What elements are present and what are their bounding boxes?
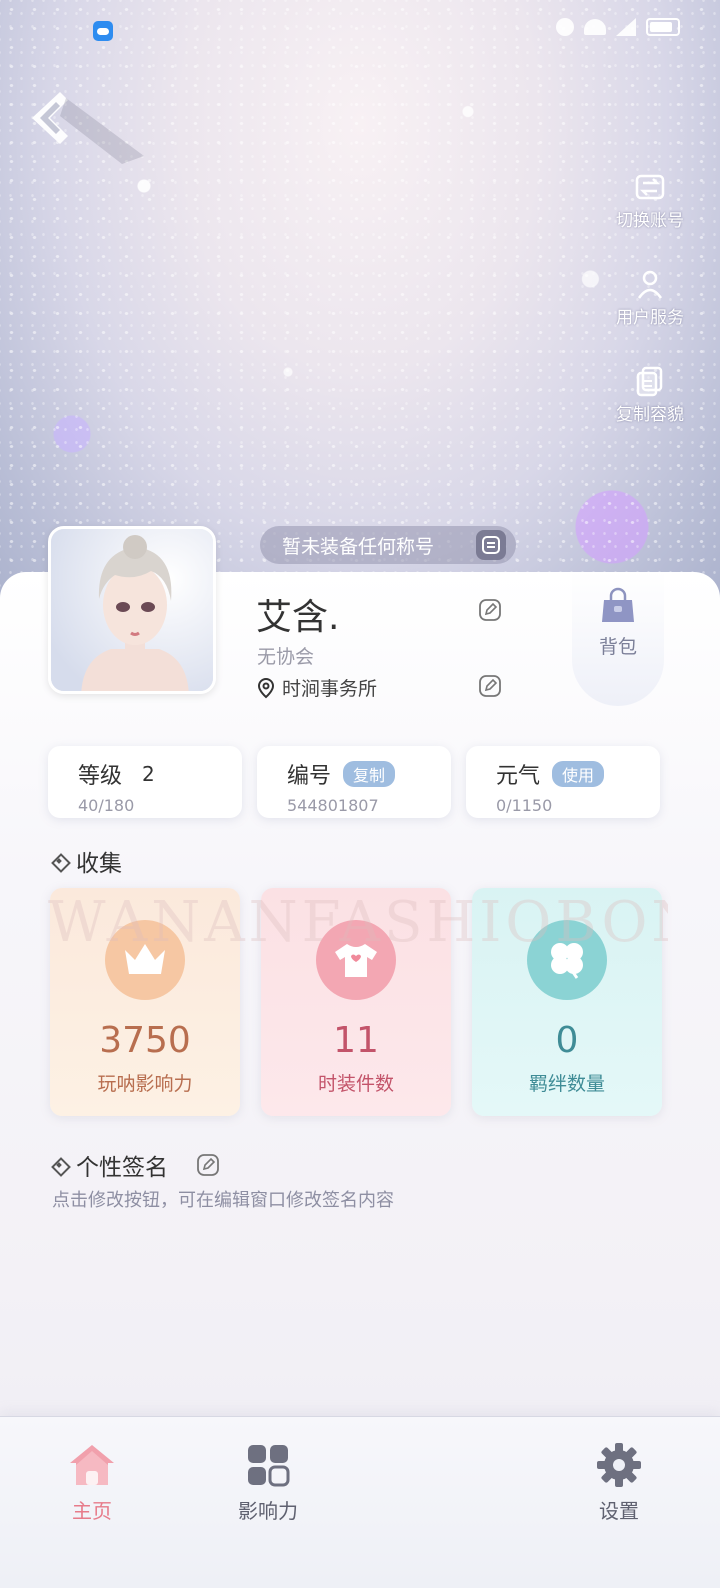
status-bar <box>0 0 720 60</box>
user-service-button[interactable]: 用户服务 <box>610 267 690 328</box>
side-actions: 切换账号 用户服务 复制容貌 <box>610 170 690 461</box>
mute-icon <box>556 18 574 36</box>
id-name: 编号 <box>287 764 332 789</box>
nav-home-label: 主页 <box>72 1499 112 1523</box>
bottom-nav: 主页 影响力 设置 <box>0 1416 720 1588</box>
switch-account-button[interactable]: 切换账号 <box>610 170 690 231</box>
energy-value: 0/1150 <box>496 796 553 815</box>
title-switch-icon[interactable] <box>476 530 506 560</box>
copy-appearance-button[interactable]: 复制容貌 <box>610 364 690 425</box>
edit-location-icon[interactable] <box>478 674 502 698</box>
edit-signature-icon[interactable] <box>196 1153 220 1177</box>
signature-text: 点击修改按钮，可在编辑窗口修改签名内容 <box>52 1190 394 1211</box>
level-name: 等级 <box>78 764 123 789</box>
character-portrait-icon <box>51 529 213 691</box>
copy-id-button[interactable]: 复制 <box>343 761 396 787</box>
guild-label: 无协会 <box>257 646 315 668</box>
grid-icon <box>248 1445 290 1487</box>
signature-header: 个性签名 <box>52 1148 220 1182</box>
switch-account-icon <box>635 174 665 200</box>
title-chip-text: 暂未装备任何称号 <box>282 535 435 558</box>
edit-name-icon[interactable] <box>478 598 502 622</box>
bond-value: 0 <box>555 1020 579 1061</box>
home-icon <box>70 1445 114 1485</box>
signature-title: 个性签名 <box>76 1155 168 1181</box>
copy-appearance-label: 复制容貌 <box>616 405 684 425</box>
energy-name: 元气 <box>496 764 541 789</box>
location: 时涧事务所 <box>256 674 377 701</box>
influence-value: 3750 <box>99 1020 191 1061</box>
title-chip[interactable]: 暂未装备任何称号 <box>260 526 516 564</box>
back-arrow-icon <box>32 92 144 164</box>
diamond-icon <box>52 1158 66 1172</box>
status-indicators <box>556 18 680 36</box>
brand-watermark: WANANFASHIOBOND <box>48 890 668 955</box>
outfit-label: 时装件数 <box>317 1073 394 1095</box>
avatar[interactable] <box>48 526 216 694</box>
nav-influence[interactable]: 影响力 <box>218 1441 318 1524</box>
nav-home[interactable]: 主页 <box>42 1441 142 1524</box>
location-text: 时涧事务所 <box>282 678 378 700</box>
diamond-icon <box>52 854 66 868</box>
bond-label: 羁绊数量 <box>528 1073 605 1095</box>
collection-header: 收集 <box>52 844 122 878</box>
outfit-value: 11 <box>333 1020 379 1061</box>
bag-button[interactable]: 背包 <box>572 572 664 706</box>
user-service-label: 用户服务 <box>616 308 684 328</box>
nav-settings[interactable]: 设置 <box>569 1441 669 1524</box>
nav-influence-label: 影响力 <box>238 1499 298 1523</box>
id-card: 编号 复制 544801807 <box>257 746 451 818</box>
switch-account-label: 切换账号 <box>616 211 684 231</box>
back-button[interactable] <box>26 86 146 166</box>
wifi-icon <box>584 19 606 35</box>
influence-label: 玩呐影响力 <box>97 1073 193 1095</box>
use-energy-button[interactable]: 使用 <box>552 761 605 787</box>
level-value: 2 <box>142 762 155 786</box>
battery-icon <box>646 18 680 36</box>
energy-card: 元气 使用 0/1150 <box>466 746 660 818</box>
cloud-icon <box>93 21 113 41</box>
level-card: 等级 2 40/180 <box>48 746 242 818</box>
bag-label: 背包 <box>598 636 637 658</box>
id-value: 544801807 <box>287 796 379 815</box>
nav-settings-label: 设置 <box>599 1499 639 1523</box>
level-progress: 40/180 <box>78 796 135 815</box>
copy-appearance-icon <box>636 366 663 397</box>
nickname: 艾含. <box>256 597 340 638</box>
collection-title: 收集 <box>76 851 122 877</box>
location-pin-icon <box>257 677 275 698</box>
signal-icon <box>616 18 636 36</box>
app-root: 切换账号 用户服务 复制容貌 暂未装备任何称号 艾含. 无协会 时涧事务所 背包… <box>0 0 720 1588</box>
user-service-icon <box>637 270 663 299</box>
bag-icon <box>602 587 634 622</box>
gear-icon <box>597 1443 641 1487</box>
